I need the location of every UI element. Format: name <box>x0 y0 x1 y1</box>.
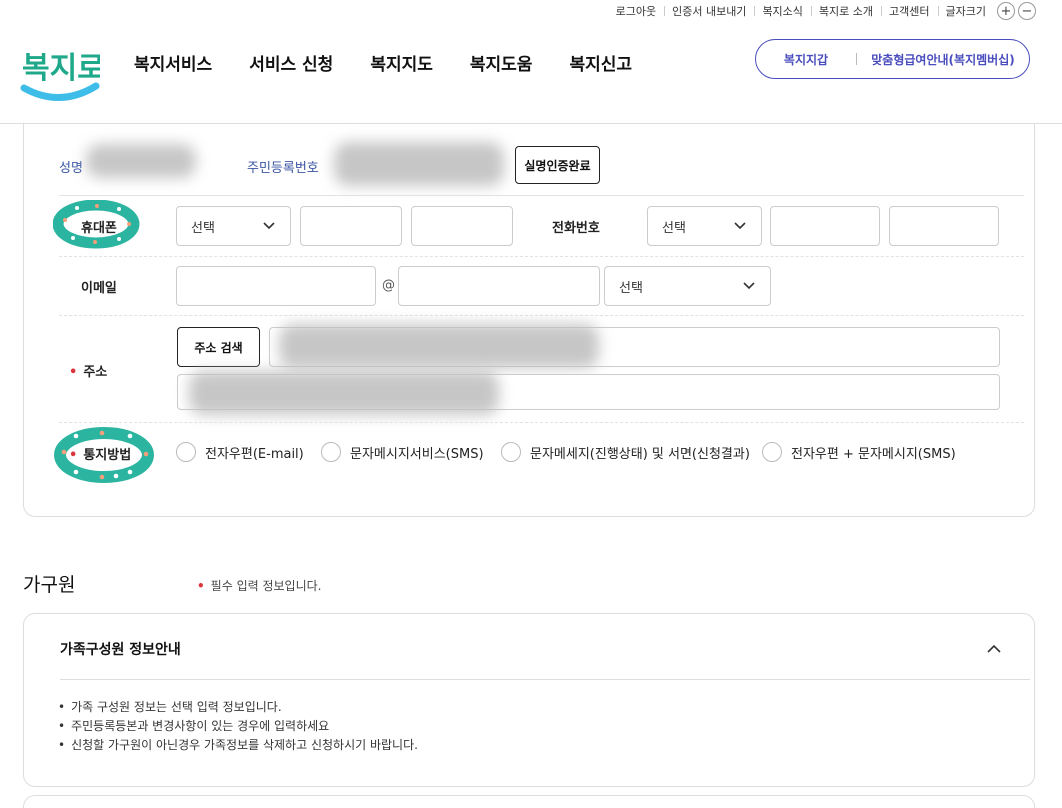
nav-welfare-services[interactable]: 복지서비스 <box>134 50 212 75</box>
phone-last-input[interactable] <box>889 206 999 246</box>
row-divider <box>59 195 1024 196</box>
nav-welfare-help[interactable]: 복지도움 <box>470 50 533 75</box>
required-mark: • <box>69 448 78 463</box>
required-note: • 필수 입력 정보입니다. <box>197 577 321 594</box>
radio-circle[interactable] <box>321 442 341 462</box>
row-divider <box>59 422 1024 423</box>
next-card <box>23 795 1035 808</box>
redacted-address-detail <box>189 371 499 415</box>
welfare-news-link[interactable]: 복지소식 <box>754 3 810 19</box>
required-mark: • <box>69 365 78 380</box>
accordion-divider <box>60 679 1030 680</box>
phone-middle-input[interactable] <box>770 206 880 246</box>
font-increase-button[interactable]: + <box>997 2 1015 20</box>
logo-text: 복지로 <box>22 51 100 86</box>
notify-label: • 통지방법 <box>69 444 131 463</box>
notify-option-sms[interactable]: 문자메시지서비스(SMS) <box>321 442 484 462</box>
list-item: 가족 구성원 정보는 선택 입력 정보입니다. <box>58 698 418 717</box>
mobile-prefix-select[interactable]: 선택 <box>176 206 291 246</box>
email-id-input[interactable] <box>176 266 376 306</box>
notify-option-email-and-sms[interactable]: 전자우편 + 문자메시지(SMS) <box>762 442 956 462</box>
verify-complete-button[interactable]: 실명인증완료 <box>515 146 600 184</box>
row-divider <box>59 256 1024 257</box>
list-item: 주민등록등본과 변경사항이 있는 경우에 입력하세요 <box>58 717 418 736</box>
chevron-down-icon <box>263 222 275 230</box>
radio-circle[interactable] <box>501 442 521 462</box>
address-search-button[interactable]: 주소 검색 <box>177 327 260 367</box>
notify-option-label: 문자메시지서비스(SMS) <box>350 446 484 462</box>
redacted-name <box>86 144 196 178</box>
main-nav: 복지서비스 서비스 신청 복지지도 복지도움 복지신고 <box>134 50 632 75</box>
phone-prefix-value: 선택 <box>662 220 686 236</box>
chevron-down-icon <box>734 222 746 230</box>
phone-prefix-select[interactable]: 선택 <box>647 206 762 246</box>
email-domain-select[interactable]: 선택 <box>604 266 771 306</box>
mobile-prefix-value: 선택 <box>191 220 215 236</box>
list-item: 신청할 가구원이 아닌경우 가족정보를 삭제하고 신청하시기 바랍니다. <box>58 736 418 755</box>
font-size-label: 글자크기 <box>937 3 994 19</box>
notify-option-sms-and-mail[interactable]: 문자메세지(진행상태) 및 서면(신청결과) <box>501 442 750 462</box>
export-certificate-link[interactable]: 인증서 내보내기 <box>664 3 754 19</box>
section-title-family: 가구원 <box>23 574 76 596</box>
radio-circle[interactable] <box>762 442 782 462</box>
chevron-down-icon <box>743 282 755 290</box>
email-label: 이메일 <box>81 281 117 296</box>
nav-service-apply[interactable]: 서비스 신청 <box>249 50 333 75</box>
nav-welfare-report[interactable]: 복지신고 <box>569 50 632 75</box>
nav-welfare-map[interactable]: 복지지도 <box>370 50 433 75</box>
about-link[interactable]: 복지로 소개 <box>810 3 881 19</box>
notify-option-email[interactable]: 전자우편(E-mail) <box>176 442 304 462</box>
email-domain-value: 선택 <box>619 280 643 296</box>
radio-circle[interactable] <box>176 442 196 462</box>
redacted-address-main <box>279 324 599 368</box>
membership-link[interactable]: 맞춤형급여안내(복지멤버십) <box>857 51 1029 68</box>
utility-bar: 로그아웃 인증서 내보내기 복지소식 복지로 소개 고객센터 글자크기 + − <box>608 0 1036 22</box>
notify-label-text: 통지방법 <box>83 448 132 463</box>
required-mark: • <box>197 579 205 593</box>
email-at-sign: @ <box>382 278 395 293</box>
customer-center-link[interactable]: 고객센터 <box>881 3 937 19</box>
required-note-text: 필수 입력 정보입니다. <box>210 579 322 593</box>
mobile-middle-input[interactable] <box>300 206 402 246</box>
email-domain-input[interactable] <box>398 266 600 306</box>
notify-option-label: 문자메세지(진행상태) 및 서면(신청결과) <box>530 446 750 462</box>
phone-label: 전화번호 <box>552 221 600 236</box>
mobile-label: 휴대폰 <box>81 221 117 236</box>
row-divider <box>59 315 1024 316</box>
logout-link[interactable]: 로그아웃 <box>608 3 664 19</box>
site-header: 복지로 복지서비스 서비스 신청 복지지도 복지도움 복지신고 복지지갑 맞춤형… <box>0 22 1062 124</box>
redacted-rrn <box>334 142 504 186</box>
logo-graphic: 복지로 <box>20 51 105 101</box>
font-decrease-button[interactable]: − <box>1018 2 1036 20</box>
notify-option-label: 전자우편(E-mail) <box>205 446 304 462</box>
site-logo[interactable]: 복지로 <box>20 32 105 110</box>
address-label: • 주소 <box>69 361 107 380</box>
notify-option-label: 전자우편 + 문자메시지(SMS) <box>791 446 956 462</box>
mobile-last-input[interactable] <box>411 206 513 246</box>
wallet-membership-pill: 복지지갑 맞춤형급여안내(복지멤버십) <box>755 39 1030 79</box>
family-info-title[interactable]: 가족구성원 정보안내 <box>60 639 181 659</box>
chevron-up-icon[interactable] <box>986 641 1002 657</box>
applicant-form-card: 성명 주민등록번호 실명인증완료 휴대폰 선택 전화번호 선택 이메일 @ 선택… <box>23 124 1035 517</box>
family-info-list: 가족 구성원 정보는 선택 입력 정보입니다. 주민등록등본과 변경사항이 있는… <box>58 698 418 755</box>
family-info-accordion: 가족구성원 정보안내 가족 구성원 정보는 선택 입력 정보입니다. 주민등록등… <box>23 613 1035 787</box>
welfare-wallet-link[interactable]: 복지지갑 <box>756 51 856 68</box>
address-label-text: 주소 <box>83 365 108 380</box>
rrn-label: 주민등록번호 <box>247 161 319 176</box>
name-label: 성명 <box>59 161 83 176</box>
